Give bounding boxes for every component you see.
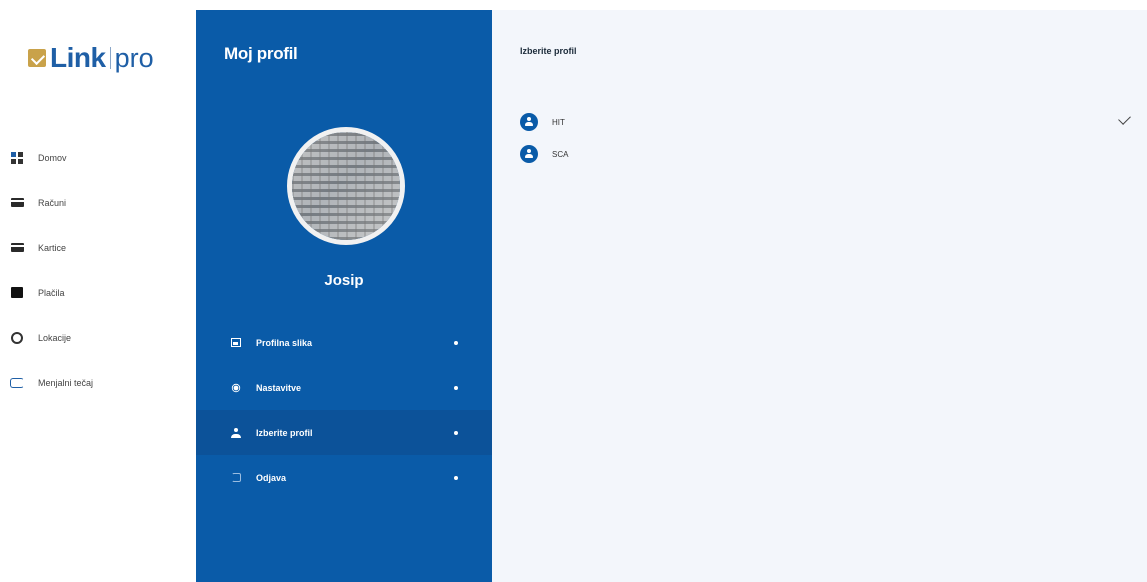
nav-item-lokacije[interactable]: Lokacije — [0, 315, 196, 360]
left-navigation: Link pro Domov Računi Kartice Plačila Lo… — [0, 0, 196, 582]
avatar[interactable] — [287, 127, 405, 245]
nav-item-menjalni-tecaj[interactable]: Menjalni tečaj — [0, 360, 196, 405]
exchange-icon — [10, 376, 24, 390]
nav-item-label: Plačila — [38, 287, 65, 298]
menu-item-label: Izberite profil — [256, 427, 313, 438]
menu-item-profilna-slika[interactable]: Profilna slika — [196, 320, 492, 365]
avatar-photo — [292, 132, 400, 240]
logo-mark-icon — [28, 49, 46, 67]
app-logo[interactable]: Link pro — [28, 40, 154, 76]
nav-item-racuni[interactable]: Računi — [0, 180, 196, 225]
content-title: Izberite profil — [520, 46, 577, 56]
person-icon — [230, 427, 242, 439]
profile-avatar-icon — [520, 113, 538, 131]
menu-item-izberite-profil[interactable]: Izberite profil — [196, 410, 492, 455]
profile-avatar-icon — [520, 145, 538, 163]
nav-item-kartice[interactable]: Kartice — [0, 225, 196, 270]
invoice-icon — [10, 196, 24, 210]
nav-item-label: Računi — [38, 197, 67, 208]
menu-item-dot — [454, 475, 458, 480]
nav-item-label: Domov — [38, 152, 67, 163]
menu-item-dot — [454, 340, 458, 345]
logout-icon — [230, 472, 242, 484]
nav-item-label: Lokacije — [38, 332, 72, 343]
nav-item-label: Menjalni tečaj — [38, 377, 94, 388]
profile-option-label: HIT — [552, 117, 565, 127]
logo-suffix-text: pro — [114, 42, 154, 73]
profile-option-label: SCA — [552, 149, 569, 159]
dashboard-icon — [10, 151, 24, 165]
location-icon — [10, 331, 24, 345]
image-icon — [230, 337, 242, 349]
content-area: Izberite profil HIT SCA — [492, 10, 1147, 582]
card-icon — [10, 241, 24, 255]
menu-item-label: Profilna slika — [256, 337, 313, 348]
profile-panel: Moj profil Josip Profilna slika Nastavit… — [196, 10, 492, 582]
wallet-icon — [10, 286, 24, 300]
menu-item-dot — [454, 430, 458, 435]
menu-item-nastavitve[interactable]: Nastavitve — [196, 365, 492, 410]
user-name: Josip — [324, 272, 364, 289]
menu-item-label: Odjava — [256, 472, 287, 483]
profile-menu: Profilna slika Nastavitve Izberite profi… — [196, 320, 492, 500]
logo-separator — [109, 47, 111, 69]
profile-option-sca[interactable]: SCA — [520, 138, 1130, 170]
nav-item-label: Kartice — [38, 242, 67, 253]
logo-brand-text: Link — [50, 42, 106, 73]
profile-list: HIT SCA — [520, 106, 1131, 170]
menu-item-label: Nastavitve — [256, 382, 302, 393]
nav-item-placila[interactable]: Plačila — [0, 270, 196, 315]
checkmark-icon — [1118, 112, 1131, 125]
menu-item-odjava[interactable]: Odjava — [196, 455, 492, 500]
nav-list: Domov Računi Kartice Plačila Lokacije Me… — [0, 135, 196, 405]
menu-item-dot — [454, 385, 458, 390]
profile-option-hit[interactable]: HIT — [520, 106, 1131, 138]
nav-item-domov[interactable]: Domov — [0, 135, 196, 180]
gear-icon — [230, 382, 242, 394]
panel-title: Moj profil — [224, 44, 298, 63]
